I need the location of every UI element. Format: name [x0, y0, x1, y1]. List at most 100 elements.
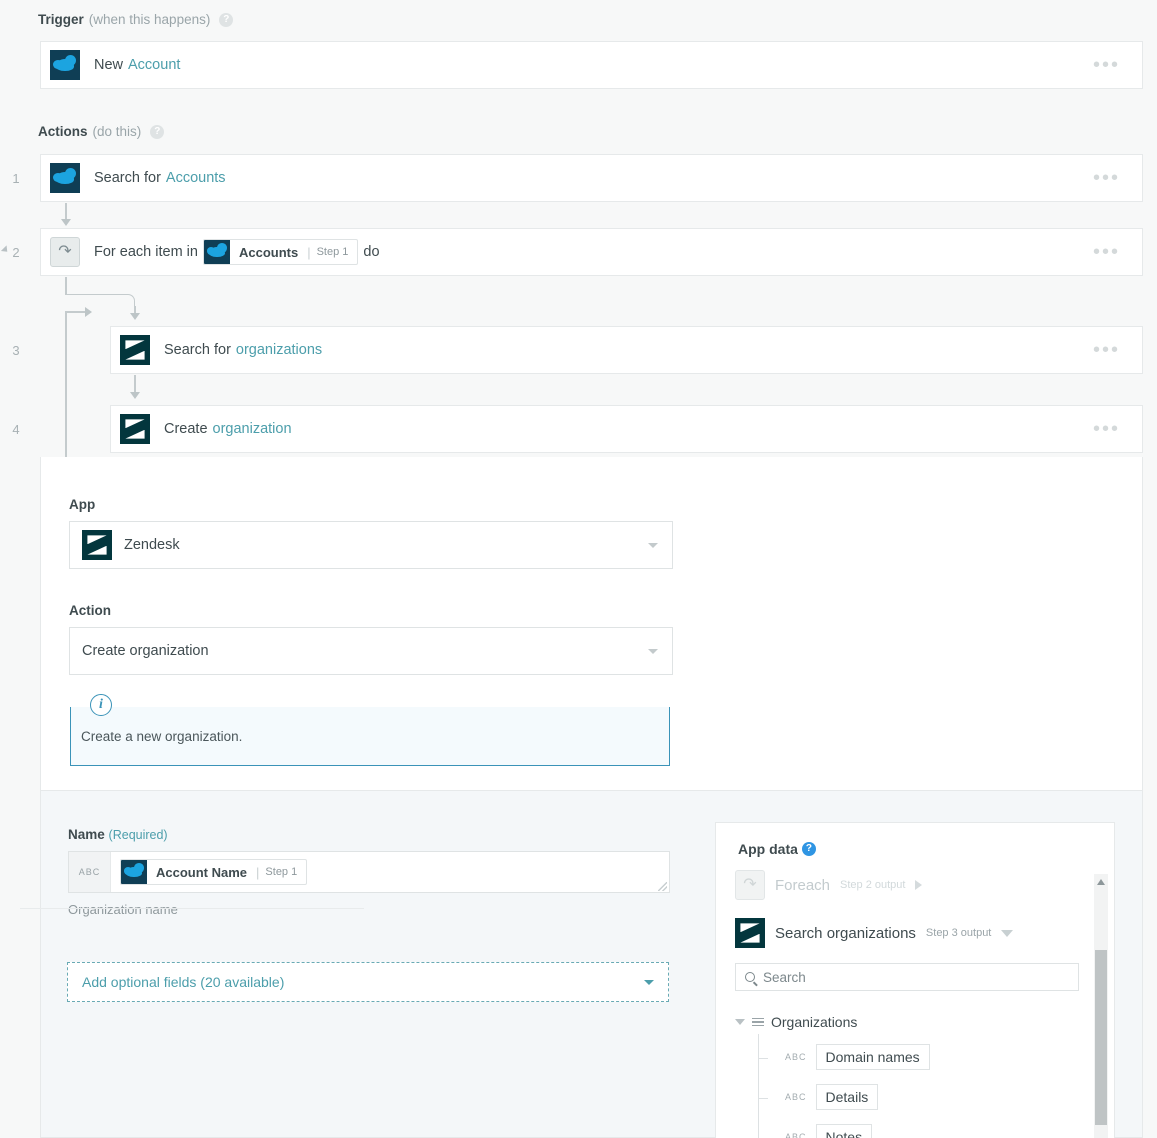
step-number-3: 3	[12, 343, 20, 358]
step-row-3[interactable]: Search for organizations •••	[110, 326, 1143, 374]
search-placeholder: Search	[763, 969, 806, 985]
step-row-2[interactable]: ↷ For each item in Accounts | Step 1 do …	[40, 228, 1143, 276]
trigger-section-heading: Trigger (when this happens) ?	[38, 12, 234, 27]
app-select-value: Zendesk	[124, 537, 180, 553]
step-3-prefix: Search for	[164, 342, 231, 358]
trigger-heading-text: Trigger	[38, 12, 84, 27]
chevron-down-icon[interactable]	[644, 980, 654, 985]
pill-step: Step 1	[316, 246, 349, 258]
chevron-right-icon[interactable]	[915, 880, 923, 890]
info-icon: i	[90, 694, 112, 716]
app-data-title: App data ?	[738, 841, 816, 857]
app-data-search-input[interactable]: Search	[735, 963, 1079, 991]
loop-connector-corner	[65, 294, 135, 316]
step-2-data-pill[interactable]: Accounts | Step 1	[202, 239, 359, 265]
action-select-value: Create organization	[82, 643, 209, 659]
chevron-down-icon[interactable]	[648, 543, 658, 548]
loop-back-line	[65, 312, 67, 462]
list-icon	[752, 1017, 764, 1027]
app-data-source-search-organizations[interactable]: Search organizations Step 3 output	[735, 918, 1014, 948]
help-icon[interactable]: ?	[801, 842, 816, 856]
zendesk-icon	[120, 414, 150, 444]
pill-text: Accounts	[238, 244, 299, 260]
trigger-step-prefix: New	[94, 57, 124, 73]
tree-line	[758, 1034, 759, 1138]
tree-item-label[interactable]: Notes	[815, 1124, 873, 1138]
search-icon	[745, 972, 755, 982]
actions-section-heading: Actions (do this) ?	[38, 124, 165, 139]
name-data-pill[interactable]: Account Name | Step 1	[120, 859, 308, 885]
trigger-step-label: New Account	[94, 57, 180, 73]
app-data-source-foreach[interactable]: ↷ Foreach Step 2 output	[735, 870, 923, 900]
chevron-down-icon[interactable]	[1001, 929, 1014, 937]
help-icon[interactable]: ?	[150, 124, 165, 139]
scroll-up-arrow-icon[interactable]	[1097, 879, 1105, 885]
action-field-label: Action	[69, 603, 111, 618]
actions-heading-text: Actions	[38, 124, 88, 139]
tree-root-label: Organizations	[771, 1014, 858, 1030]
salesforce-icon	[50, 163, 80, 193]
app-data-scrollbar-thumb[interactable]	[1095, 950, 1107, 1125]
connector-arrow	[130, 313, 140, 320]
trigger-step-link[interactable]: Account	[128, 57, 180, 73]
zendesk-icon	[120, 335, 150, 365]
name-input-body[interactable]: Account Name | Step 1	[111, 852, 669, 892]
action-select[interactable]: Create organization	[69, 627, 673, 675]
tree-line	[758, 1058, 768, 1059]
connector-arrow	[61, 219, 71, 226]
type-tag: ABC	[785, 1052, 807, 1062]
tree-item-label[interactable]: Details	[815, 1084, 879, 1110]
name-helper-text: Organization name	[68, 902, 178, 917]
name-input[interactable]: ABC Account Name | Step 1	[68, 851, 670, 893]
actions-subheading-text: (do this)	[92, 124, 142, 139]
type-tag: ABC	[785, 1132, 807, 1138]
app-select[interactable]: Zendesk	[69, 521, 673, 569]
salesforce-icon	[203, 240, 230, 264]
tree-item-details[interactable]: ABC Details	[785, 1084, 879, 1110]
tree-item-domain-names[interactable]: ABC Domain names	[785, 1044, 930, 1070]
step-4-label: Create organization	[164, 421, 292, 437]
step-number-4: 4	[12, 422, 20, 437]
step-3-link[interactable]: organizations	[236, 342, 322, 358]
step-4-link[interactable]: organization	[213, 421, 292, 437]
pill-text: Account Name	[156, 864, 248, 880]
step-2-prefix: For each item in	[94, 244, 198, 260]
add-optional-fields-button[interactable]: Add optional fields (20 available)	[67, 962, 669, 1002]
trigger-subheading-text: (when this happens)	[88, 12, 211, 27]
source-step: Step 2 output	[840, 879, 906, 891]
tree-item-label[interactable]: Domain names	[815, 1044, 930, 1070]
step-1-prefix: Search for	[94, 170, 161, 186]
resize-handle[interactable]	[658, 882, 667, 891]
connector-arrow	[130, 392, 140, 399]
step-2-label: For each item in Accounts | Step 1 do	[94, 239, 380, 265]
name-required-text: (Required)	[108, 828, 168, 842]
source-name: Search organizations	[775, 924, 916, 942]
step-4-prefix: Create	[164, 421, 208, 437]
name-field-label: Name (Required)	[68, 827, 670, 842]
salesforce-icon	[50, 50, 80, 80]
tree-root-organizations[interactable]: Organizations	[735, 1014, 857, 1030]
step-number-1: 1	[12, 171, 20, 186]
step-1-label: Search for Accounts	[94, 170, 226, 186]
chevron-down-icon[interactable]	[648, 649, 658, 654]
loop-icon: ↷	[50, 237, 80, 267]
chevron-down-icon[interactable]	[735, 1019, 745, 1025]
step-row-4[interactable]: Create organization •••	[110, 405, 1143, 453]
name-label-text: Name	[68, 827, 105, 842]
source-name: Foreach	[775, 876, 831, 894]
app-data-title-text: App data	[738, 841, 798, 857]
step-row-1[interactable]: Search for Accounts •••	[40, 154, 1143, 202]
help-icon[interactable]: ?	[219, 12, 234, 27]
step-1-link[interactable]: Accounts	[166, 170, 226, 186]
type-tag: ABC	[785, 1092, 807, 1102]
name-field-block: Name (Required) ABC Account Name | Step …	[68, 827, 670, 917]
app-data-divider	[20, 908, 364, 909]
name-type-tag: ABC	[69, 852, 111, 892]
info-callout: Create a new organization.	[70, 707, 670, 766]
tree-item-notes[interactable]: ABC Notes	[785, 1124, 873, 1138]
trigger-step-row[interactable]: New Account •••	[40, 41, 1143, 89]
source-step: Step 3 output	[925, 927, 992, 939]
pill-step: Step 1	[265, 866, 298, 878]
workflow-editor: Trigger (when this happens) ? New Accoun…	[0, 0, 1157, 1138]
zendesk-icon	[735, 918, 765, 948]
